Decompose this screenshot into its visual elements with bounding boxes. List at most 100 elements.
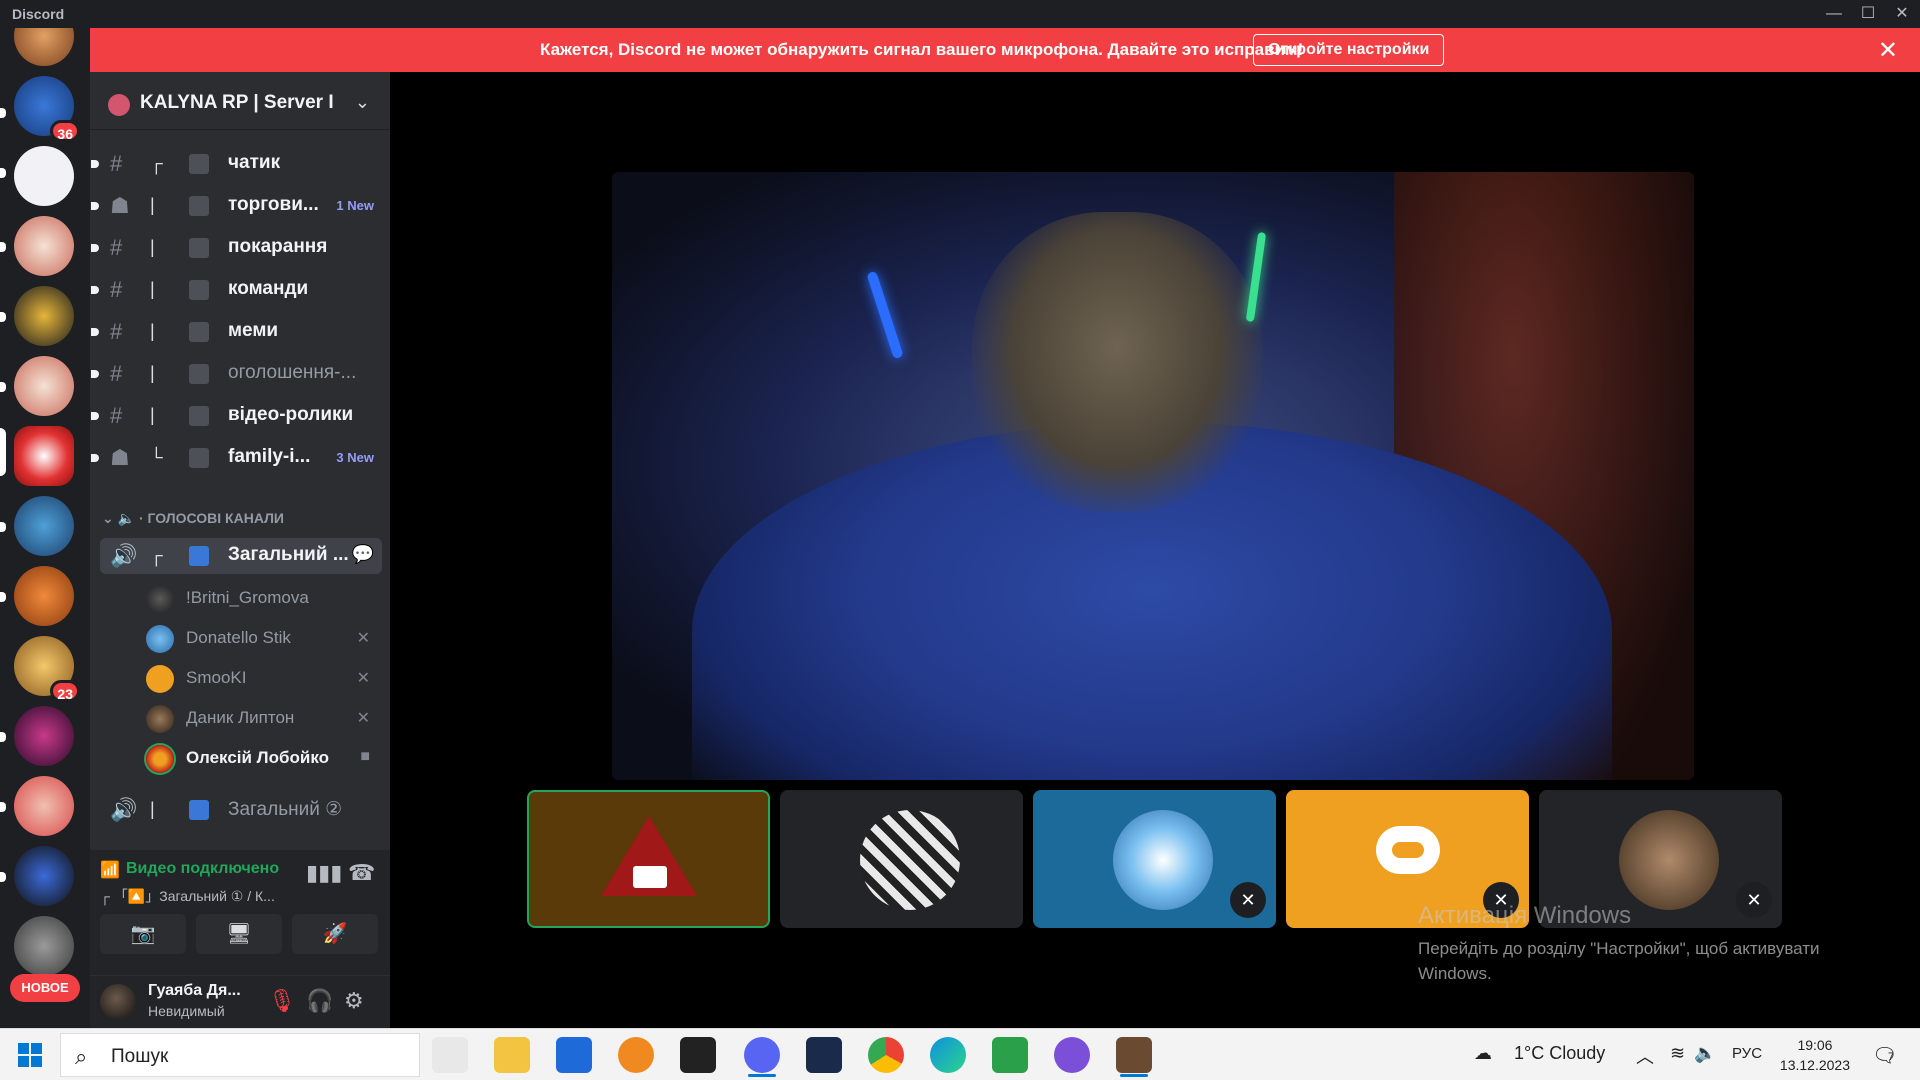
server-icon-pu[interactable] xyxy=(14,286,74,346)
headphones-icon[interactable]: 🎧 xyxy=(306,988,333,1014)
mention-badge: 23 xyxy=(50,680,80,702)
channel-label: покарання xyxy=(228,236,328,257)
unread-pip xyxy=(0,108,6,118)
mail-icon[interactable] xyxy=(556,1037,592,1073)
weather-icon[interactable]: ☁ xyxy=(1474,1043,1492,1064)
channel-label: family-i... xyxy=(228,446,311,467)
viber-icon[interactable] xyxy=(1054,1037,1090,1073)
mic-muted-icon: ✕ xyxy=(356,710,370,727)
server-icon[interactable] xyxy=(14,496,74,556)
member-name: SmooKI xyxy=(186,668,247,687)
user-panel: Гуаяба Дя... Невидимый 🎙 🎧 ⚙ xyxy=(90,976,390,1028)
epic-games-icon[interactable] xyxy=(680,1037,716,1073)
chevron-up-icon[interactable]: ︿ xyxy=(1636,1043,1654,1069)
taskbar-search[interactable]: ⌕ Пошук xyxy=(60,1033,420,1077)
voice-channel-active[interactable]: 🔊 ┌ 「」 Загальний ... 💬 xyxy=(100,538,382,574)
unread-pip xyxy=(0,312,6,322)
participant-tile[interactable] xyxy=(780,790,1023,928)
close-window-button[interactable]: ✕ xyxy=(1884,0,1920,28)
voice-channel[interactable]: 🔊 | 「」 Загальний ② xyxy=(100,792,382,828)
avatar xyxy=(146,585,174,613)
server-icon-rpworld[interactable]: 36 xyxy=(14,76,80,142)
server-icon[interactable] xyxy=(14,916,74,976)
chevron-down-icon[interactable]: ⌄ xyxy=(355,92,370,113)
task-view-icon[interactable] xyxy=(432,1037,468,1073)
gear-icon[interactable]: ⚙ xyxy=(344,988,364,1014)
selected-pip xyxy=(0,428,6,476)
screen-share-button[interactable]: 🖥 xyxy=(196,914,282,954)
open-settings-button[interactable]: Откройте настройки xyxy=(1253,34,1445,66)
server-boost-icon xyxy=(108,94,130,116)
channel-label: відео-ролики xyxy=(228,404,354,425)
clock[interactable]: 19:06 13.12.2023 xyxy=(1780,1035,1850,1075)
server-icon[interactable] xyxy=(14,146,74,206)
camera-toggle-button[interactable]: 📷 xyxy=(100,914,186,954)
server-icon[interactable] xyxy=(14,28,74,66)
disconnect-icon[interactable]: ☎ xyxy=(348,860,375,886)
user-avatar[interactable] xyxy=(100,984,136,1020)
minimize-button[interactable]: — xyxy=(1816,0,1852,28)
voice-category[interactable]: ⌄ 🔈 · ГОЛОСОВІ КАНАЛИ xyxy=(102,510,284,527)
channel-label: торгови... xyxy=(228,194,319,215)
mic-muted-icon: ✕ xyxy=(1736,882,1772,918)
channel-item[interactable]: # | 「」 команди xyxy=(91,272,382,308)
channel-emoji: 「」 xyxy=(182,152,222,176)
server-icon-user[interactable]: 23 xyxy=(14,636,80,702)
mic-muted-icon: ✕ xyxy=(356,670,370,687)
file-explorer-icon[interactable] xyxy=(494,1037,530,1073)
voice-member[interactable]: SmooKI ✕ xyxy=(140,660,382,696)
discord-taskbar-icon[interactable] xyxy=(744,1037,780,1073)
maximize-button[interactable]: ☐ xyxy=(1850,0,1886,28)
new-pill[interactable]: НОВОЕ xyxy=(10,974,80,1002)
main-video-stream[interactable] xyxy=(612,172,1694,780)
voice-member[interactable]: Donatello Stik ✕ xyxy=(140,620,382,656)
play-icon[interactable] xyxy=(992,1037,1028,1073)
mic-muted-icon[interactable]: 🎙 xyxy=(268,988,296,1014)
participant-tile[interactable]: ✕ xyxy=(1033,790,1276,928)
server-icon[interactable] xyxy=(14,776,74,836)
channel-item[interactable]: # | 「」 відео-ролики xyxy=(91,398,382,434)
chat-bubble-icon[interactable]: 💬 xyxy=(352,544,374,565)
channel-item[interactable]: ☗ └ 「」 family-i... 3 New xyxy=(91,440,382,476)
game-icon[interactable] xyxy=(806,1037,842,1073)
channel-item[interactable]: # | 「」 меми xyxy=(91,314,382,350)
blender-icon[interactable] xyxy=(618,1037,654,1073)
noise-suppression-icon[interactable]: ▮▮▮ xyxy=(306,860,342,886)
language-indicator[interactable]: РУС xyxy=(1732,1045,1762,1062)
volume-icon[interactable]: 🔈 xyxy=(1694,1043,1716,1064)
server-icon-kalyna[interactable] xyxy=(14,426,74,486)
close-icon[interactable]: ✕ xyxy=(1878,36,1898,65)
voice-member[interactable]: Олексій Лобойко ■ xyxy=(140,740,382,776)
server-icon[interactable] xyxy=(14,566,74,626)
channel-item[interactable]: ☗ | 「」 торгови... 1 New xyxy=(91,188,382,224)
channel-item[interactable]: # ┌ 「」 чатик xyxy=(91,146,382,182)
notifications-count: 7 xyxy=(1888,1051,1895,1063)
clock-time: 19:06 xyxy=(1797,1037,1833,1053)
server-header[interactable]: KALYNA RP | Server I ⌄ xyxy=(90,76,390,130)
channel-item[interactable]: # | 「」 покарання xyxy=(91,230,382,266)
connection-channel[interactable]: ┌ 「🔼」Загальний ① / К... xyxy=(100,886,275,906)
server-icon-ukraine-gta[interactable] xyxy=(14,846,74,906)
server-icon[interactable] xyxy=(14,706,74,766)
server-icon-earth[interactable] xyxy=(14,356,74,416)
voice-member[interactable]: !Britni_Gromova xyxy=(140,580,382,616)
camera-icon xyxy=(633,866,667,888)
signal-icon: 📶 xyxy=(100,862,120,879)
participant-tile-selected[interactable] xyxy=(527,790,770,928)
channel-emoji: 「」 xyxy=(182,544,222,568)
video-subject-face xyxy=(972,212,1262,512)
channel-item[interactable]: # | 「」 оголошення-... xyxy=(91,356,382,392)
edge-icon[interactable] xyxy=(930,1037,966,1073)
voice-member[interactable]: Даник Липтон ✕ xyxy=(140,700,382,736)
username[interactable]: Гуаяба Дя... xyxy=(148,982,241,1000)
mic-muted-icon: ✕ xyxy=(356,630,370,647)
server-icon-earth[interactable] xyxy=(14,216,74,276)
windows-start-icon[interactable] xyxy=(18,1043,42,1067)
chrome-icon[interactable] xyxy=(868,1037,904,1073)
app-icon[interactable] xyxy=(1116,1037,1152,1073)
wifi-icon[interactable]: ≋ xyxy=(1670,1043,1685,1064)
activity-button[interactable]: 🚀 xyxy=(292,914,378,954)
weather-text[interactable]: 1°C Cloudy xyxy=(1514,1043,1605,1064)
connection-status[interactable]: Видео подключено xyxy=(126,860,279,878)
text-channel-icon: # xyxy=(110,235,123,260)
